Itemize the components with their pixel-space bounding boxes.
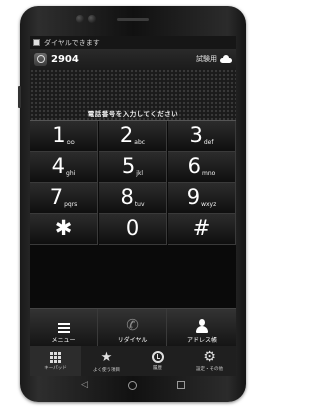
key-9[interactable]: 9 wxyz <box>168 183 236 214</box>
phone-frame: ダイヤルできます 2904 試験用 電話番号を入力してください 1 ᴑᴑ 2 abc… <box>18 6 246 402</box>
key-digit: ✱ <box>54 216 73 240</box>
contacts-button[interactable]: アドレス帳 <box>168 309 236 347</box>
volume-button <box>18 86 21 108</box>
menu-icon <box>57 323 70 333</box>
key-digit: 2 <box>119 123 134 147</box>
cloud-icon <box>220 55 232 63</box>
recent-apps-icon[interactable] <box>176 381 185 389</box>
tab-history[interactable]: 履歴 <box>132 346 183 376</box>
extension-icon <box>34 52 47 66</box>
earpiece-speaker <box>117 18 149 21</box>
voicemail-icon: ᴑᴑ <box>66 139 75 146</box>
key-letters: mno <box>202 170 216 177</box>
key-letters: wxyz <box>201 201 217 208</box>
key-letters: tuv <box>134 201 145 208</box>
key-digit: 8 <box>120 185 134 209</box>
header-bar: 2904 試験用 <box>30 49 236 69</box>
redial-label: リダイヤル <box>117 337 148 344</box>
key-8[interactable]: 8 tuv <box>99 183 167 214</box>
sensor-icon <box>88 15 96 23</box>
key-letters: abc <box>134 139 146 146</box>
front-camera-icon <box>76 15 84 23</box>
menu-button[interactable]: メニュー <box>30 309 98 347</box>
key-hash[interactable]: # <box>168 214 236 245</box>
key-5[interactable]: 5 jkl <box>99 152 167 183</box>
clock-icon <box>151 351 164 363</box>
tab-bar: キーパッド ★ よく使う項目 履歴 ⚙ 設定・その他 <box>30 346 236 376</box>
status-bar: ダイヤルできます <box>30 36 236 49</box>
home-icon[interactable] <box>127 380 137 390</box>
android-nav-bar: ◁ <box>30 376 236 394</box>
key-2[interactable]: 2 abc <box>99 121 167 152</box>
redial-button[interactable]: ✆ リダイヤル <box>99 309 167 347</box>
key-6[interactable]: 6 mno <box>168 152 236 183</box>
key-1[interactable]: 1 ᴑᴑ <box>30 121 98 152</box>
action-bar: メニュー ✆ リダイヤル アドレス帳 <box>30 308 236 347</box>
key-digit: 1 <box>52 123 66 147</box>
tab-settings[interactable]: ⚙ 設定・その他 <box>183 346 236 376</box>
key-digit: 9 <box>186 185 201 209</box>
key-star[interactable]: ✱ <box>30 214 98 245</box>
screen: ダイヤルできます 2904 試験用 電話番号を入力してください 1 ᴑᴑ 2 abc… <box>30 36 236 376</box>
key-digit: 4 <box>51 154 66 178</box>
tab-label: キーパッド <box>44 365 67 371</box>
contacts-label: アドレス帳 <box>186 337 217 344</box>
key-3[interactable]: 3 def <box>168 121 236 152</box>
key-letters: ghi <box>66 170 76 177</box>
tab-label: 履歴 <box>153 366 162 371</box>
key-letters: def <box>203 139 214 146</box>
key-4[interactable]: 4 ghi <box>30 152 98 183</box>
phone-icon: ✆ <box>126 316 139 334</box>
menu-label: メニュー <box>51 337 76 344</box>
keypad-icon <box>50 351 61 363</box>
tab-favorites[interactable]: ★ よく使う項目 <box>81 346 132 376</box>
key-letters: pqrs <box>64 201 78 208</box>
tab-label: よく使う項目 <box>93 367 120 373</box>
star-icon: ★ <box>100 349 113 365</box>
key-digit: # <box>192 216 211 240</box>
tab-label: 設定・その他 <box>196 367 223 372</box>
key-digit: 6 <box>187 154 202 178</box>
key-0[interactable]: 0 <box>99 214 167 245</box>
input-prompt: 電話番号を入力してください <box>87 110 179 118</box>
contact-icon <box>195 319 209 333</box>
notification-icon <box>33 39 40 46</box>
gear-icon: ⚙ <box>203 349 216 365</box>
mode-label: 試験用 <box>196 55 217 63</box>
key-digit: 3 <box>189 123 203 147</box>
key-digit: 7 <box>49 185 64 209</box>
key-digit: 5 <box>121 154 136 178</box>
tab-keypad[interactable]: キーパッド <box>30 346 81 376</box>
back-icon[interactable]: ◁ <box>81 380 88 390</box>
extension-number: 2904 <box>51 53 79 65</box>
key-7[interactable]: 7 pqrs <box>30 183 98 214</box>
key-digit: 0 <box>125 216 140 240</box>
status-text: ダイヤルできます <box>44 38 100 47</box>
key-letters: jkl <box>136 170 144 177</box>
